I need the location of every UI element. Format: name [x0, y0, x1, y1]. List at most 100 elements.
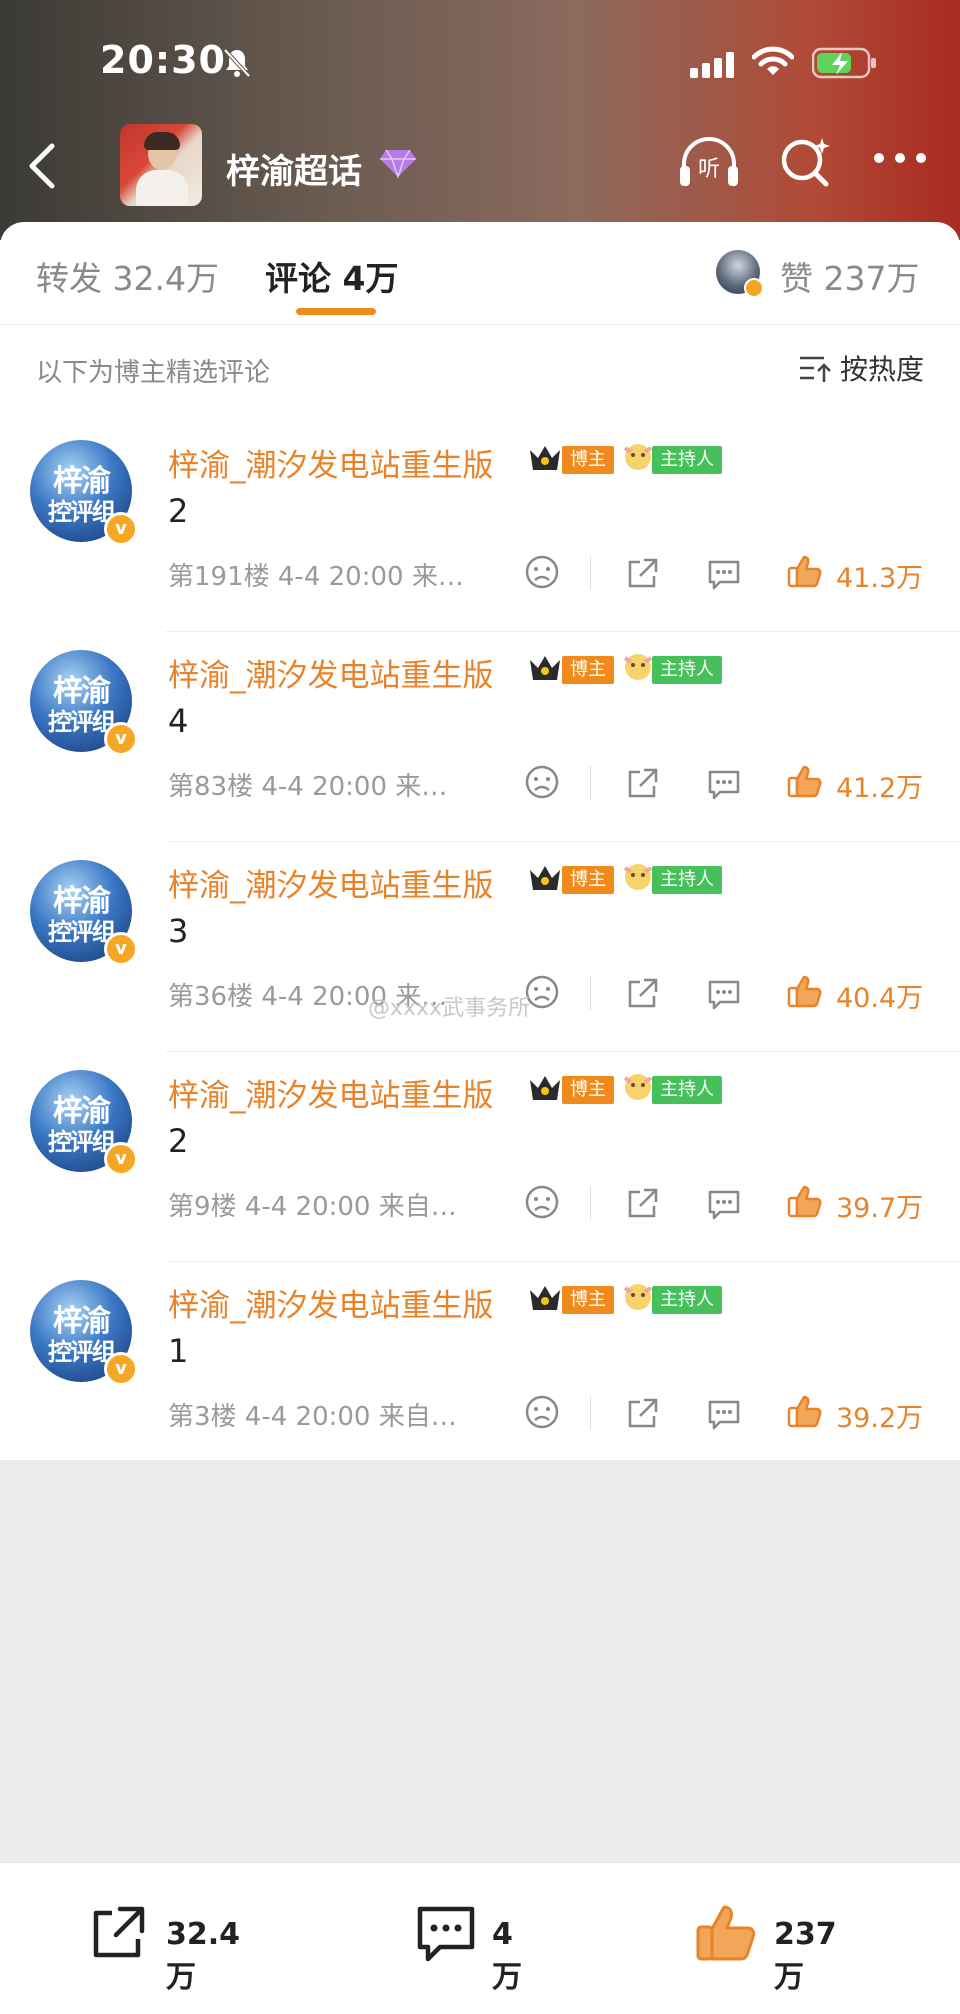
mascot-icon — [622, 650, 654, 688]
thumb-up-icon[interactable] — [786, 1182, 824, 1224]
moderator-badge: 主持人 — [652, 446, 722, 474]
share-icon — [86, 1903, 148, 1969]
blogger-badge: 博主 — [562, 446, 614, 474]
listen-icon[interactable]: 听 — [676, 132, 742, 196]
sad-face-icon[interactable] — [524, 1394, 560, 1434]
sort-icon[interactable] — [798, 354, 832, 388]
reply-icon[interactable] — [706, 976, 742, 1016]
battery-charging-icon — [811, 46, 878, 84]
crown-icon — [528, 1282, 562, 1318]
divider — [590, 556, 591, 590]
sad-face-icon[interactable] — [524, 554, 560, 594]
comment-text: 2 — [168, 1122, 189, 1160]
blogger-badge: 博主 — [562, 1076, 614, 1104]
comment-username[interactable]: 梓渝_潮汐发电站重生版 — [168, 860, 494, 905]
thumb-up-icon — [694, 1899, 760, 1969]
topic-title[interactable]: 梓渝超话 — [226, 144, 362, 193]
thumb-up-icon[interactable] — [786, 972, 824, 1014]
blogger-badge: 博主 — [562, 656, 614, 684]
comment-meta: 第83楼 4-4 20:00 来… — [168, 772, 448, 802]
comment-item[interactable]: 梓渝 控评组 v 梓渝_潮汐发电站重生版 博主 主持人 2 第191楼 4-4 … — [0, 422, 960, 632]
like-count: 41.2万 — [836, 773, 924, 804]
share-icon[interactable] — [624, 1396, 660, 1436]
mascot-icon — [622, 1070, 654, 1108]
share-icon[interactable] — [624, 1186, 660, 1226]
verified-icon: v — [104, 932, 138, 966]
wifi-icon — [751, 46, 795, 82]
moderator-badge: 主持人 — [652, 1286, 722, 1314]
like-count: 40.4万 — [836, 983, 924, 1014]
mascot-icon — [622, 1280, 654, 1318]
crown-icon — [528, 1072, 562, 1108]
status-time: 20:30 — [100, 38, 226, 82]
verified-icon: v — [104, 722, 138, 756]
crown-icon — [528, 862, 562, 898]
comment-text: 4 — [168, 702, 189, 740]
crown-icon — [528, 442, 562, 478]
reply-icon[interactable] — [706, 1396, 742, 1436]
like-count: 41.3万 — [836, 563, 924, 594]
nav-bar: 梓渝超话 听 — [0, 118, 960, 208]
liker-avatar — [716, 250, 764, 298]
comment-username[interactable]: 梓渝_潮汐发电站重生版 — [168, 650, 494, 695]
reply-icon[interactable] — [706, 766, 742, 806]
comment-item[interactable]: 梓渝 控评组 v 梓渝_潮汐发电站重生版 博主 主持人 2 第9楼 4-4 20… — [0, 1052, 960, 1262]
comment-item[interactable]: 梓渝 控评组 v 梓渝_潮汐发电站重生版 博主 主持人 4 第83楼 4-4 2… — [0, 632, 960, 842]
comments-panel: 转发 32.4万 评论 4万 赞 237万 以下为博主精选评论 按热度 梓渝 控… — [0, 222, 960, 1460]
super-search-icon[interactable] — [778, 134, 834, 194]
divider — [590, 766, 591, 800]
verified-icon: v — [104, 512, 138, 546]
tab-repost[interactable]: 转发 32.4万 — [36, 252, 219, 300]
sort-by-hot-button[interactable]: 按热度 — [840, 348, 924, 388]
like-count: 39.7万 — [836, 1193, 924, 1224]
blogger-badge: 博主 — [562, 866, 614, 894]
bell-off-icon — [220, 46, 254, 84]
sad-face-icon[interactable] — [524, 764, 560, 804]
comment-username[interactable]: 梓渝_潮汐发电站重生版 — [168, 440, 494, 485]
divider — [590, 1396, 591, 1430]
tab-like[interactable]: 赞 237万 — [780, 252, 919, 300]
divider — [590, 976, 591, 1010]
crown-icon — [528, 652, 562, 688]
verified-icon: v — [104, 1142, 138, 1176]
mascot-icon — [622, 440, 654, 478]
repost-count: 32.4万 — [166, 1917, 241, 1995]
comment-text: 3 — [168, 912, 189, 950]
share-icon[interactable] — [624, 766, 660, 806]
selected-comments-label: 以下为博主精选评论 — [36, 358, 271, 388]
thumb-up-icon[interactable] — [786, 1392, 824, 1434]
reply-icon — [414, 1903, 478, 1969]
comment-username[interactable]: 梓渝_潮汐发电站重生版 — [168, 1280, 494, 1325]
status-bar: 20:30 — [0, 0, 960, 100]
like-count: 39.2万 — [836, 1403, 924, 1434]
comment-count: 4万 — [492, 1917, 522, 1995]
header: 20:30 梓渝超话 听 — [0, 0, 960, 240]
svg-text:听: 听 — [698, 157, 720, 182]
sad-face-icon[interactable] — [524, 1184, 560, 1224]
more-icon[interactable] — [872, 150, 928, 169]
back-icon[interactable] — [22, 142, 62, 194]
watermark: @xxxx武事务所 — [368, 996, 531, 1021]
mascot-icon — [622, 860, 654, 898]
comment-meta: 第3楼 4-4 20:00 来自… — [168, 1402, 457, 1432]
thumb-up-icon[interactable] — [786, 552, 824, 594]
moderator-badge: 主持人 — [652, 1076, 722, 1104]
verified-icon: v — [104, 1352, 138, 1386]
share-icon[interactable] — [624, 556, 660, 596]
active-tab-indicator — [296, 308, 376, 315]
tab-comment[interactable]: 评论 4万 — [265, 252, 398, 300]
gem-icon — [380, 148, 416, 182]
divider — [590, 1186, 591, 1220]
thumb-up-icon[interactable] — [786, 762, 824, 804]
comment-username[interactable]: 梓渝_潮汐发电站重生版 — [168, 1070, 494, 1115]
reply-icon[interactable] — [706, 1186, 742, 1226]
comment-meta: 第9楼 4-4 20:00 来自… — [168, 1192, 457, 1222]
topic-avatar[interactable] — [120, 124, 202, 206]
moderator-badge: 主持人 — [652, 866, 722, 894]
comment-item[interactable]: 梓渝 控评组 v 梓渝_潮汐发电站重生版 博主 主持人 1 第3楼 4-4 20… — [0, 1262, 960, 1472]
share-icon[interactable] — [624, 976, 660, 1016]
reply-icon[interactable] — [706, 556, 742, 596]
comment-text: 1 — [168, 1332, 189, 1370]
signal-icon — [690, 52, 738, 84]
comment-meta: 第191楼 4-4 20:00 来… — [168, 562, 464, 592]
